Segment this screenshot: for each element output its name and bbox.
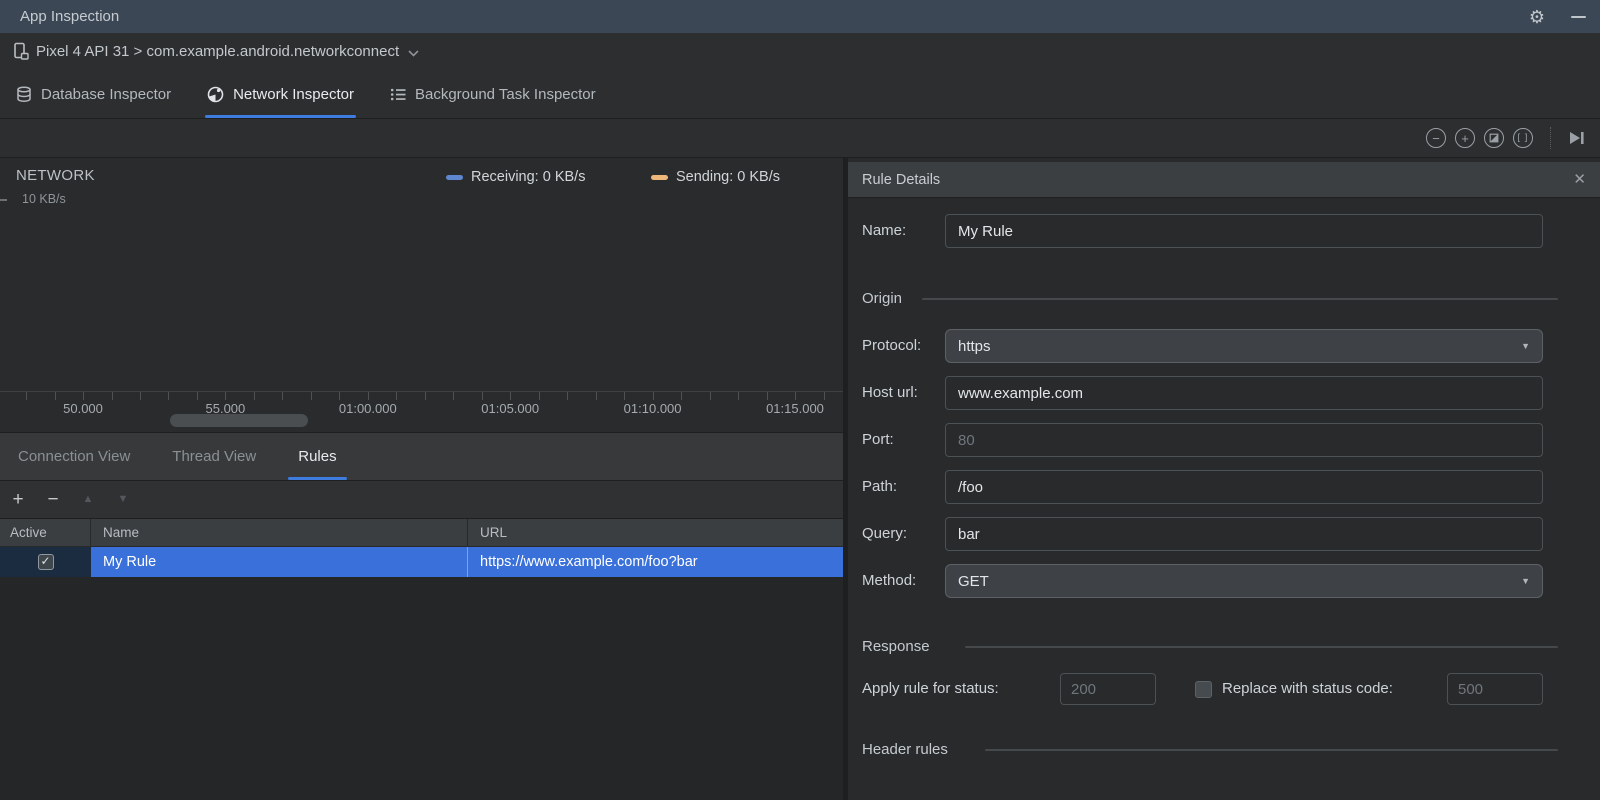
protocol-dropdown[interactable]: https ▼ — [945, 329, 1543, 363]
protocol-value: https — [958, 337, 991, 355]
skip-to-end-icon[interactable] — [1568, 130, 1586, 146]
rules-toolbar: + − ▲ ▼ — [0, 481, 843, 519]
rule-details-panel: Rule Details ✕ Name: Origin Protocol: ht… — [848, 158, 1600, 800]
reset-zoom-icon[interactable] — [1484, 128, 1504, 148]
header-rules-section-line — [985, 749, 1558, 751]
tab-label: Database Inspector — [41, 85, 172, 103]
chevron-down-icon — [408, 49, 419, 57]
rule-details-header: Rule Details ✕ — [848, 162, 1600, 198]
settings-gear-icon[interactable]: ⚙ — [1529, 8, 1545, 26]
rule-active-cell — [0, 547, 91, 577]
y-axis-label: 10 KB/s — [22, 192, 66, 206]
query-field[interactable] — [945, 517, 1543, 551]
legend-receiving: Receiving: 0 KB/s — [446, 168, 585, 186]
minimize-icon[interactable] — [1571, 15, 1586, 18]
move-down-button[interactable]: ▼ — [115, 494, 131, 505]
replace-status-code-field[interactable] — [1447, 673, 1543, 705]
add-rule-button[interactable]: + — [10, 490, 26, 509]
status-code-field[interactable] — [1060, 673, 1156, 705]
rule-table-row[interactable]: My Rule https://www.example.com/foo?bar — [0, 547, 843, 577]
rules-table-header: Active Name URL — [0, 519, 843, 547]
sending-legend-label: Sending: 0 KB/s — [676, 169, 780, 185]
host-field[interactable] — [945, 376, 1543, 410]
inspector-tab-bar: Database Inspector Network Inspector Bac… — [0, 70, 1600, 119]
port-field[interactable] — [945, 423, 1543, 457]
method-value: GET — [958, 572, 989, 590]
column-header-name[interactable]: Name — [91, 519, 468, 546]
process-label: Pixel 4 API 31 > com.example.android.net… — [36, 43, 400, 60]
zoom-to-selection-icon[interactable]: [ ] — [1513, 128, 1533, 148]
sending-legend-swatch — [651, 174, 668, 180]
rule-details-title: Rule Details — [862, 171, 941, 188]
method-dropdown[interactable]: GET ▼ — [945, 564, 1543, 598]
process-selector[interactable]: Pixel 4 API 31 > com.example.android.net… — [0, 33, 1600, 71]
header-rules-section-label: Header rules — [862, 741, 948, 758]
zoom-in-icon[interactable]: + — [1455, 128, 1475, 148]
timeline-axis[interactable]: 50.000 55.000 01:00.000 01:05.000 01:10.000 0… — [0, 391, 843, 418]
phone-icon — [14, 42, 29, 60]
close-x-icon[interactable]: ✕ — [1573, 172, 1586, 187]
dropdown-arrow-icon: ▼ — [1521, 341, 1530, 351]
method-label: Method: — [862, 572, 917, 589]
origin-section-line — [922, 298, 1558, 300]
task-list-icon — [390, 88, 406, 100]
replace-status-checkbox[interactable] — [1195, 681, 1212, 698]
database-icon — [17, 85, 31, 102]
rules-view-tab-bar: Connection View Thread View Rules — [0, 433, 843, 481]
tab-thread-view[interactable]: Thread View — [162, 433, 266, 480]
globe-icon — [207, 86, 224, 102]
name-field[interactable] — [945, 214, 1543, 248]
window-title: App Inspection — [20, 8, 120, 25]
network-inspector-panel: NETWORK Receiving: 0 KB/s Sending: 0 KB/… — [0, 158, 843, 800]
rule-url-cell: https://www.example.com/foo?bar — [468, 547, 843, 577]
tab-label: Background Task Inspector — [414, 85, 596, 103]
protocol-label: Protocol: — [862, 337, 922, 354]
receiving-legend-swatch — [446, 174, 463, 180]
rules-table-empty-area — [0, 577, 843, 800]
column-header-active[interactable]: Active — [0, 519, 91, 546]
y-axis-tick — [0, 199, 7, 201]
column-header-url[interactable]: URL — [468, 519, 843, 546]
move-up-button[interactable]: ▲ — [80, 494, 96, 505]
path-label: Path: — [862, 478, 898, 495]
legend-sending: Sending: 0 KB/s — [651, 168, 780, 186]
rule-active-checkbox[interactable] — [37, 554, 54, 570]
window-titlebar: App Inspection ⚙ — [0, 0, 1600, 33]
response-section-line — [965, 646, 1558, 648]
path-field[interactable] — [945, 470, 1543, 504]
zoom-out-icon[interactable]: − — [1426, 128, 1446, 148]
tab-background-task-inspector[interactable]: Background Task Inspector — [390, 70, 596, 118]
host-label: Host url: — [862, 384, 918, 401]
response-section-label: Response — [862, 638, 930, 655]
tab-rules[interactable]: Rules — [288, 433, 347, 480]
tab-database-inspector[interactable]: Database Inspector — [16, 70, 171, 118]
remove-rule-button[interactable]: − — [45, 490, 61, 509]
origin-section-label: Origin — [862, 290, 903, 307]
query-label: Query: — [862, 525, 908, 542]
app-inspection-window: App Inspection ⚙ Pixel 4 API 31 > com.ex… — [0, 0, 1600, 800]
apply-rule-status-label: Apply rule for status: — [862, 680, 999, 697]
port-label: Port: — [862, 431, 894, 448]
tab-connection-view[interactable]: Connection View — [8, 433, 140, 480]
timeline-zoom-toolbar: − + [ ] — [0, 119, 1600, 158]
receiving-legend-label: Receiving: 0 KB/s — [471, 169, 586, 185]
name-label: Name: — [862, 222, 907, 239]
rule-name-cell: My Rule — [91, 547, 468, 577]
network-chart-title: NETWORK — [16, 167, 95, 184]
dropdown-arrow-icon: ▼ — [1521, 576, 1530, 586]
toolbar-separator — [1550, 127, 1551, 149]
tab-label: Network Inspector — [233, 85, 354, 103]
tab-network-inspector[interactable]: Network Inspector — [205, 70, 356, 118]
replace-status-label: Replace with status code: — [1222, 680, 1393, 697]
timeline-scrollbar-thumb[interactable] — [170, 414, 308, 427]
